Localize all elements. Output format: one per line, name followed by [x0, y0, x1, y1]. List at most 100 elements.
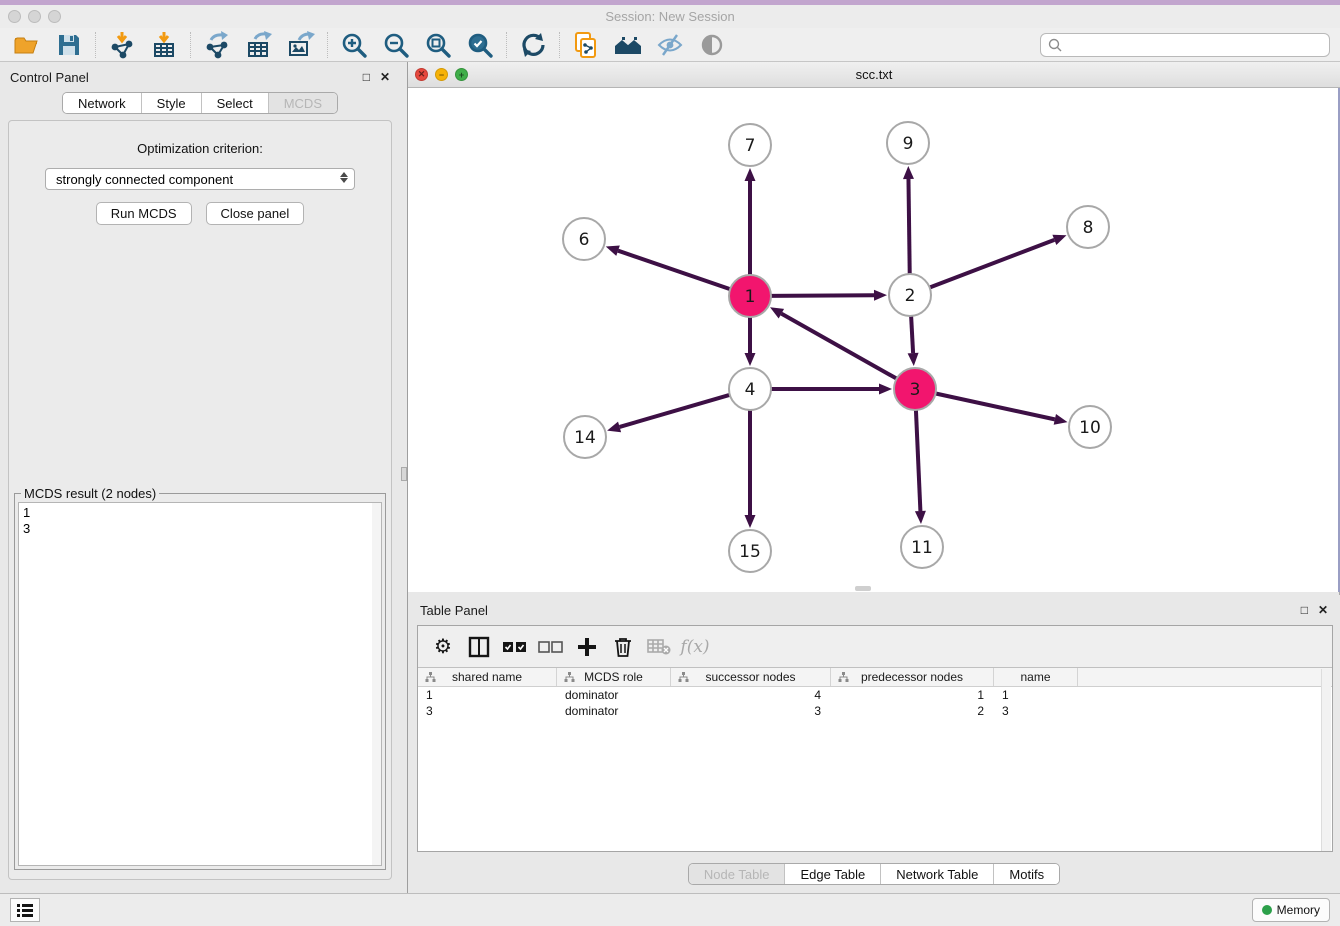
graph-edge-3-11[interactable] [916, 409, 921, 511]
close-panel-button[interactable]: Close panel [206, 202, 305, 225]
unchecked-boxes-icon [538, 640, 564, 654]
canvas-hscroll-handle[interactable] [855, 586, 871, 591]
search-input[interactable] [1063, 35, 1329, 55]
table-cell[interactable]: 1 [418, 687, 557, 703]
plus-icon [577, 637, 597, 657]
vertical-splitter[interactable] [400, 62, 408, 893]
task-history-button[interactable] [10, 898, 40, 922]
export-image-button[interactable] [280, 30, 322, 60]
graph-node-label: 11 [911, 538, 933, 558]
table-cell[interactable]: 3 [994, 703, 1078, 719]
table-cell[interactable]: 2 [831, 703, 994, 719]
tab-motifs[interactable]: Motifs [994, 864, 1059, 884]
save-session-button[interactable] [48, 30, 90, 60]
tab-node-table[interactable]: Node Table [689, 864, 786, 884]
graph-edge-arrowhead [745, 515, 756, 528]
optimization-criterion-select[interactable]: strongly connected component [45, 168, 355, 190]
table-cell[interactable]: dominator [557, 703, 671, 719]
mcds-result-text[interactable]: 1 3 [18, 502, 382, 866]
refresh-button[interactable] [512, 30, 554, 60]
graph-node-label: 6 [579, 230, 590, 250]
table-cell[interactable]: 4 [671, 687, 831, 703]
column-header-label: name [1020, 670, 1050, 684]
float-panel-icon[interactable]: □ [363, 71, 370, 83]
trash-icon [613, 636, 633, 658]
zoom-out-button[interactable] [375, 30, 417, 60]
graph-edge-2-9[interactable] [908, 179, 909, 275]
create-column-button[interactable] [572, 632, 602, 662]
run-mcds-button[interactable]: Run MCDS [96, 202, 192, 225]
export-table-button[interactable] [238, 30, 280, 60]
home-icon [613, 31, 643, 59]
graph-edge-4-14[interactable] [620, 395, 731, 427]
delete-table-button[interactable] [644, 632, 674, 662]
tab-edge-table[interactable]: Edge Table [785, 864, 881, 884]
open-session-button[interactable] [6, 30, 48, 60]
table-tabs-row: Node TableEdge TableNetwork TableMotifs [408, 863, 1340, 885]
select-all-columns-button[interactable] [500, 632, 530, 662]
network-window-titlebar[interactable]: ✕ − + scc.txt [408, 62, 1340, 88]
table-cell[interactable]: 3 [418, 703, 557, 719]
table-cell[interactable]: 1 [831, 687, 994, 703]
graph-edge-3-1[interactable] [781, 314, 897, 380]
graph-edge-2-3[interactable] [911, 315, 913, 353]
memory-button[interactable]: Memory [1252, 898, 1330, 922]
tab-network-table[interactable]: Network Table [881, 864, 994, 884]
graph-edge-arrowhead [915, 511, 926, 524]
column-header-name[interactable]: name [994, 668, 1078, 686]
table-cell[interactable]: dominator [557, 687, 671, 703]
delete-column-button[interactable] [608, 632, 638, 662]
mcds-result-legend: MCDS result (2 nodes) [21, 486, 159, 501]
network-style-button[interactable] [565, 30, 607, 60]
graph-edge-1-2[interactable] [770, 295, 874, 296]
tab-network[interactable]: Network [63, 93, 142, 113]
zoom-selected-icon [466, 31, 494, 59]
import-network-button[interactable] [101, 30, 143, 60]
float-table-panel-icon[interactable]: □ [1301, 604, 1308, 616]
import-table-button[interactable] [143, 30, 185, 60]
hide-selected-button[interactable] [649, 30, 691, 60]
show-columns-button[interactable] [464, 632, 494, 662]
control-panel-title: Control Panel [10, 70, 89, 85]
status-bar: Memory [0, 893, 1340, 926]
table-vscroll[interactable] [1321, 669, 1331, 852]
zoom-selected-button[interactable] [459, 30, 501, 60]
network-canvas[interactable]: 7968124314101511 [408, 88, 1340, 592]
export-network-button[interactable] [196, 30, 238, 60]
column-type-icon [838, 672, 849, 683]
unselect-all-columns-button[interactable] [536, 632, 566, 662]
column-header-predecessor-nodes[interactable]: predecessor nodes [831, 668, 994, 686]
table-header-row: shared nameMCDS rolesuccessor nodesprede… [418, 668, 1332, 687]
zoom-in-button[interactable] [333, 30, 375, 60]
table-panel: Table Panel □ ✕ ⚙ [408, 595, 1340, 893]
application-window: Session: New Session [0, 0, 1340, 926]
graph-edge-1-6[interactable] [618, 251, 731, 290]
table-cell[interactable]: 1 [994, 687, 1078, 703]
refresh-icon [520, 32, 546, 58]
table-settings-button[interactable]: ⚙ [428, 632, 458, 662]
tab-style[interactable]: Style [142, 93, 202, 113]
apply-function-button[interactable]: f(x) [680, 632, 710, 662]
graph-edge-arrowhead [1054, 414, 1068, 425]
show-all-button[interactable] [691, 30, 733, 60]
home-button[interactable] [607, 30, 649, 60]
tab-select[interactable]: Select [202, 93, 269, 113]
column-header-shared-name[interactable]: shared name [418, 668, 557, 686]
toolbar-separator [559, 32, 560, 58]
column-header-successor-nodes[interactable]: successor nodes [671, 668, 831, 686]
result-scrollbar[interactable] [372, 503, 381, 865]
node-table-frame: ⚙ f(x) [417, 625, 1333, 852]
export-network-icon [203, 31, 231, 59]
tab-mcds[interactable]: MCDS [269, 93, 337, 113]
graph-edge-3-10[interactable] [935, 393, 1055, 419]
column-header-MCDS-role[interactable]: MCDS role [557, 668, 671, 686]
graph-node-label: 15 [739, 542, 761, 562]
network-window-title: scc.txt [408, 67, 1340, 82]
splitter-handle[interactable] [401, 467, 407, 481]
search-field[interactable] [1040, 33, 1330, 57]
close-panel-icon[interactable]: ✕ [380, 71, 390, 83]
close-table-panel-icon[interactable]: ✕ [1318, 604, 1328, 616]
graph-edge-2-8[interactable] [929, 240, 1055, 288]
zoom-fit-button[interactable] [417, 30, 459, 60]
table-cell[interactable]: 3 [671, 703, 831, 719]
